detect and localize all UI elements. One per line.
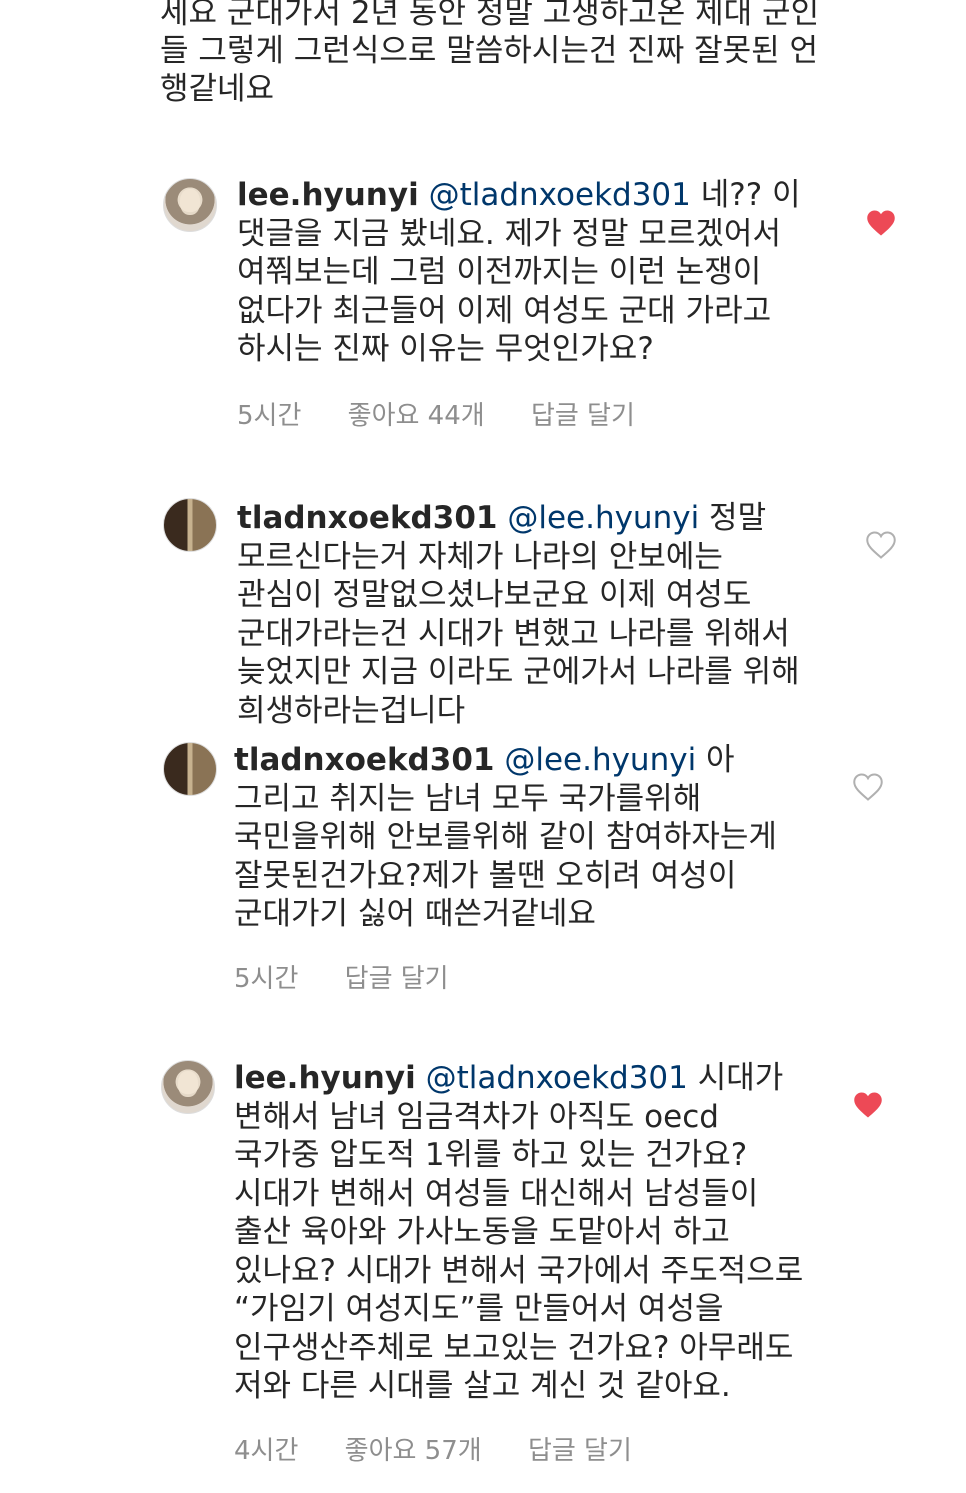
comment-username[interactable]: lee.hyunyi: [237, 177, 419, 213]
comment-meta: 5시간 좋아요 44개 답글 달기: [237, 395, 673, 432]
comment-meta: 4시간 좋아요 57개 답글 달기: [234, 1430, 670, 1467]
comment-time: 4시간: [234, 1436, 299, 1466]
comment-meta: 5시간 답글 달기: [234, 958, 487, 995]
comment-body: tladnxoekd301 @lee.hyunyi 아 그리고 취지는 남녀 모…: [234, 741, 814, 934]
like-heart-outline-icon[interactable]: [866, 531, 896, 559]
comment-likes[interactable]: 좋아요 44개: [348, 395, 485, 432]
comment-username[interactable]: lee.hyunyi: [234, 1060, 416, 1096]
avatar[interactable]: [163, 742, 217, 796]
like-heart-icon[interactable]: [866, 209, 896, 237]
comment-username[interactable]: tladnxoekd301: [234, 742, 494, 778]
comment-time: 5시간: [234, 964, 299, 994]
like-heart-icon[interactable]: [853, 1091, 883, 1119]
comment-text: 시대가 변해서 남녀 임금격차가 아직도 oecd 국가중 압도적 1위를 하고…: [234, 1060, 804, 1404]
reply-button[interactable]: 답글 달기: [345, 958, 449, 995]
avatar[interactable]: [161, 1060, 215, 1114]
comment-mention[interactable]: @tladnxoekd301: [426, 1060, 688, 1096]
comment-body: lee.hyunyi @tladnxoekd301 시대가 변해서 남녀 임금격…: [234, 1059, 814, 1406]
comment-username[interactable]: tladnxoekd301: [237, 500, 497, 536]
previous-comment-text: 세요 군대가서 2년 동안 정말 고생하고온 제대 군인들 그렇게 그런식으로 …: [160, 0, 820, 107]
comment-body: tladnxoekd301 @lee.hyunyi 정말 모르신다는거 자체가 …: [237, 499, 817, 730]
comment-mention[interactable]: @lee.hyunyi: [504, 742, 696, 778]
comment-mention[interactable]: @lee.hyunyi: [507, 500, 699, 536]
like-heart-outline-icon[interactable]: [853, 773, 883, 801]
reply-button[interactable]: 답글 달기: [531, 395, 635, 432]
avatar[interactable]: [163, 498, 217, 552]
comment-time: 5시간: [237, 401, 302, 431]
comment-body: lee.hyunyi @tladnxoekd301 네?? 이 댓글을 지금 봤…: [237, 176, 817, 369]
avatar[interactable]: [163, 178, 217, 232]
reply-button[interactable]: 답글 달기: [528, 1430, 632, 1467]
comment-mention[interactable]: @tladnxoekd301: [429, 177, 691, 213]
comment-likes[interactable]: 좋아요 57개: [345, 1430, 482, 1467]
